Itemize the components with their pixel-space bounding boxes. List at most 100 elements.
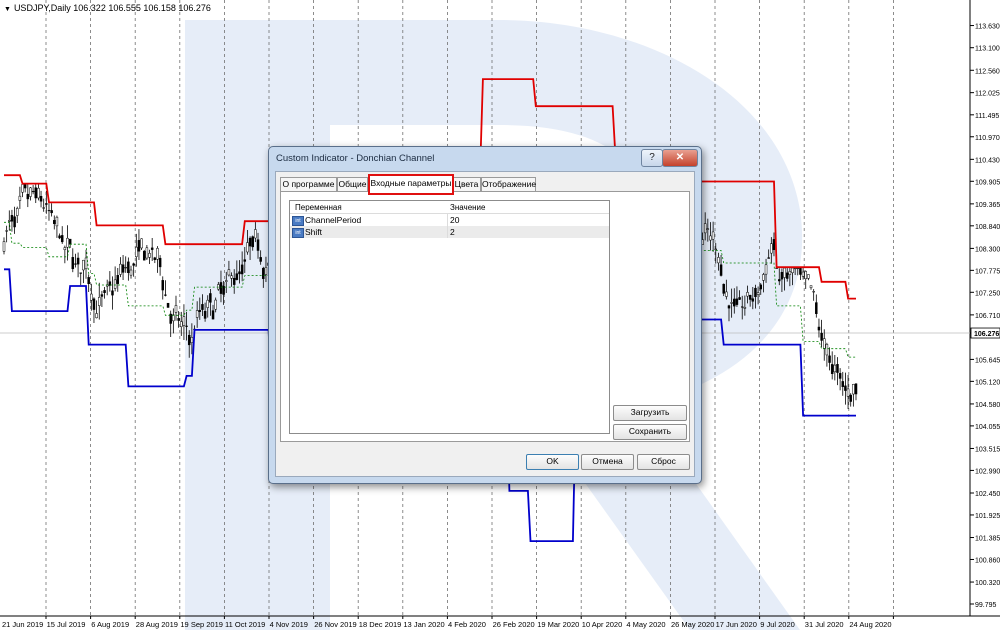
candle-body xyxy=(121,264,125,273)
reset-button[interactable]: Сброс xyxy=(637,454,690,470)
dialog-client-area: О программе Общие Входные параметры Цвет… xyxy=(275,171,695,477)
candle-body xyxy=(26,193,30,200)
price-tick-label: 107.250 xyxy=(975,290,1000,297)
param-name: ChannelPeriod xyxy=(305,215,362,225)
time-tick-label: 26 May 2020 xyxy=(671,620,714,629)
candle-body xyxy=(780,272,784,280)
candle-body xyxy=(214,299,217,310)
candle-body xyxy=(238,271,241,275)
candle-body xyxy=(90,293,93,301)
candle-body xyxy=(762,274,765,281)
price-tick-label: 110.970 xyxy=(975,135,1000,142)
candle-body xyxy=(717,257,720,264)
dialog-titlebar[interactable]: Custom Indicator - Donchian Channel ? ✕ xyxy=(269,147,701,169)
candle-body xyxy=(148,253,151,258)
candle-body xyxy=(29,187,32,197)
candle-body xyxy=(725,291,728,297)
candle-body xyxy=(190,337,194,343)
price-tick-label: 110.430 xyxy=(975,157,1000,164)
param-value[interactable]: 2 xyxy=(450,227,455,237)
candle-body xyxy=(822,338,826,349)
candle-body xyxy=(153,257,157,260)
candle-body xyxy=(841,381,845,387)
candle-body xyxy=(58,235,61,239)
tab-common[interactable]: Общие xyxy=(337,177,368,191)
candle-body xyxy=(711,231,715,240)
time-tick-label: 4 Nov 2019 xyxy=(270,620,308,629)
candle-body xyxy=(53,220,56,224)
candle-body xyxy=(764,264,768,275)
candle-body xyxy=(209,293,212,303)
candle-body xyxy=(142,250,146,261)
candle-body xyxy=(740,306,744,308)
column-header-value[interactable]: Значение xyxy=(450,203,485,212)
custom-indicator-dialog[interactable]: Custom Indicator - Donchian Channel ? ✕ … xyxy=(268,146,702,484)
candle-body xyxy=(714,248,718,251)
candle-body xyxy=(722,283,725,294)
candle-body xyxy=(836,364,839,373)
candle-body xyxy=(849,394,852,402)
candle-body xyxy=(222,285,225,295)
candle-body xyxy=(124,267,127,269)
time-tick-label: 28 Aug 2019 xyxy=(136,620,178,629)
param-value[interactable]: 20 xyxy=(450,215,459,225)
candle-body xyxy=(100,294,104,297)
price-tick-label: 102.990 xyxy=(975,468,1000,475)
candle-body xyxy=(198,310,202,312)
candle-body xyxy=(854,383,858,395)
candle-body xyxy=(50,210,53,214)
candle-body xyxy=(783,267,786,278)
load-button[interactable]: Загрузить xyxy=(613,405,687,421)
candle-body xyxy=(116,275,120,284)
time-tick-label: 17 Jun 2020 xyxy=(716,620,757,629)
candle-body xyxy=(47,210,51,212)
time-tick-label: 19 Mar 2020 xyxy=(537,620,579,629)
candle-body xyxy=(137,240,141,252)
candle-body xyxy=(219,282,223,294)
candle-body xyxy=(756,292,760,295)
candle-body xyxy=(825,344,829,356)
table-row-channel-period[interactable]: int ChannelPeriod 20 xyxy=(290,214,609,226)
candle-body xyxy=(206,299,209,308)
candle-body xyxy=(246,242,249,253)
tab-visualization[interactable]: Отображение xyxy=(481,177,536,191)
candle-body xyxy=(127,261,130,274)
candle-body xyxy=(754,287,757,297)
column-header-variable[interactable]: Переменная xyxy=(295,203,342,212)
time-tick-label: 11 Oct 2019 xyxy=(225,620,265,629)
ok-button[interactable]: OK xyxy=(526,454,579,470)
candle-body xyxy=(833,364,837,373)
candle-body xyxy=(79,272,82,274)
price-tick-label: 109.905 xyxy=(975,179,1000,186)
price-tick-label: 106.710 xyxy=(975,313,1000,320)
candle-body xyxy=(733,298,736,307)
table-row-shift[interactable]: int Shift 2 xyxy=(290,226,609,238)
time-tick-label: 4 May 2020 xyxy=(626,620,665,629)
time-tick-label: 24 Aug 2020 xyxy=(849,620,891,629)
collapse-triangle-icon[interactable]: ▼ xyxy=(4,6,11,13)
candle-body xyxy=(251,236,254,248)
tab-inputs[interactable]: Входные параметры xyxy=(368,174,454,195)
candle-body xyxy=(804,271,807,280)
help-button[interactable]: ? xyxy=(641,149,663,167)
save-button[interactable]: Сохранить xyxy=(613,424,687,440)
cancel-button[interactable]: Отмена xyxy=(581,454,634,470)
candle-body xyxy=(156,248,159,260)
candle-body xyxy=(201,304,204,310)
close-icon: ✕ xyxy=(675,152,685,163)
candle-body xyxy=(145,247,149,259)
candle-body xyxy=(76,257,80,265)
price-tick-label: 107.775 xyxy=(975,268,1000,275)
candle-body xyxy=(132,263,135,266)
symbol-info-label: ▼ USDJPY,Daily 106.322 106.555 106.158 10… xyxy=(4,3,211,13)
integer-variable-icon: int xyxy=(292,228,304,238)
close-button[interactable]: ✕ xyxy=(662,149,698,167)
candle-body xyxy=(770,243,773,254)
candle-body xyxy=(95,313,98,319)
candle-body xyxy=(772,239,776,250)
tab-about[interactable]: О программе xyxy=(280,177,337,191)
candle-body xyxy=(235,273,239,280)
dialog-title: Custom Indicator - Donchian Channel xyxy=(276,153,435,164)
tab-colors[interactable]: Цвета xyxy=(452,177,481,191)
symbol-info-text: USDJPY,Daily 106.322 106.555 106.158 106… xyxy=(13,3,211,13)
